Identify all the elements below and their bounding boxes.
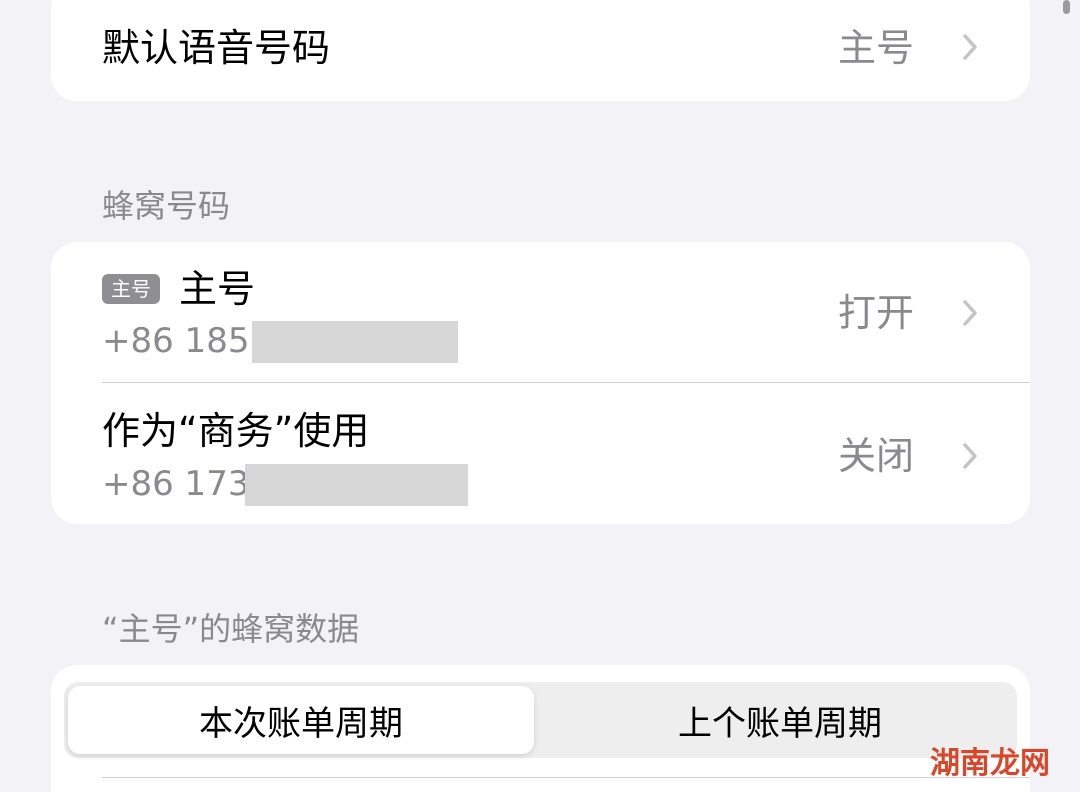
chevron-right-icon[interactable] <box>962 33 978 61</box>
watermark-logo: 湖南龙网 <box>930 746 1050 781</box>
row-divider <box>102 382 1030 383</box>
row-divider <box>102 777 1030 778</box>
redacted-digits <box>245 464 468 506</box>
redacted-digits <box>252 321 458 363</box>
cellular-data-header: “主号”的蜂窝数据 <box>102 610 360 648</box>
cellular-numbers-header: 蜂窝号码 <box>102 187 231 225</box>
default-voice-title: 默认语音号码 <box>102 26 331 70</box>
chevron-right-icon <box>962 299 978 327</box>
line-number-primary: +86 185 <box>102 321 250 361</box>
cellular-numbers-card: 主号 主号 +86 185 打开 作为“商务”使用 +86 173 关闭 <box>51 242 1030 524</box>
chevron-right-icon <box>962 442 978 470</box>
default-voice-value[interactable]: 主号 <box>838 25 914 71</box>
line-badge: 主号 <box>102 274 160 304</box>
settings-page: 默认语音号码 主号 蜂窝号码 主号 主号 +86 185 打开 作为“商务”使用… <box>0 0 1080 792</box>
cellular-data-card: 本次账单周期 上个账单周期 <box>51 665 1030 792</box>
default-voice-card: 默认语音号码 主号 <box>51 0 1030 101</box>
line-title-primary: 主号 <box>179 267 256 311</box>
line-number-business: +86 173 <box>102 464 250 504</box>
segment-previous-period[interactable]: 上个账单周期 <box>548 686 1012 754</box>
billing-period-segmented-control: 本次账单周期 上个账单周期 <box>64 682 1017 758</box>
line-title-business: 作为“商务”使用 <box>102 409 370 453</box>
line-status-business: 关闭 <box>837 434 914 478</box>
line-status-primary: 打开 <box>837 291 914 335</box>
segment-current-period[interactable]: 本次账单周期 <box>68 686 534 754</box>
scroll-indicator[interactable] <box>1063 0 1070 14</box>
